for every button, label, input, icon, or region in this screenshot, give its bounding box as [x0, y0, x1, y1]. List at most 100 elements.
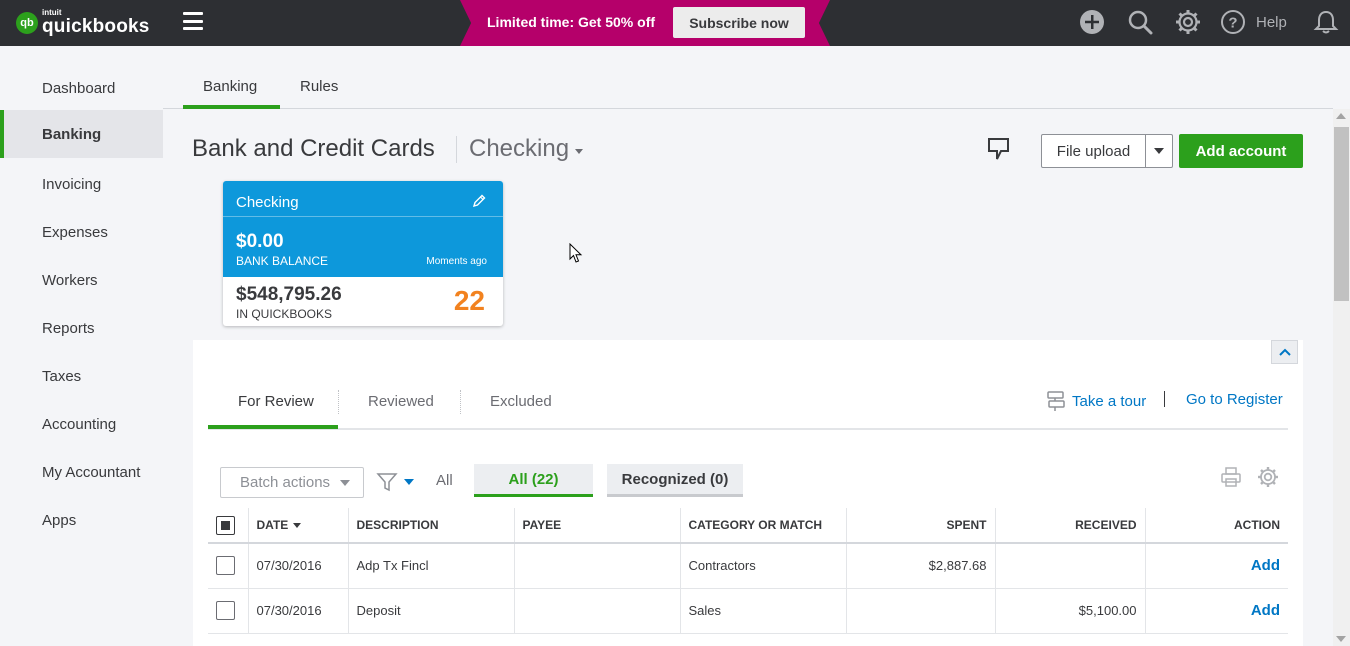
sidebar-item-reports[interactable]: Reports: [0, 304, 163, 352]
column-header-category[interactable]: CATEGORY OR MATCH: [680, 508, 847, 544]
chevron-down-icon: [404, 479, 414, 485]
signpost-icon: [1047, 391, 1065, 411]
chevron-up-icon: [1278, 348, 1291, 356]
add-transaction-button[interactable]: Add: [1251, 557, 1280, 574]
qb-logo-icon: qb: [16, 11, 38, 34]
help-label[interactable]: Help: [1256, 14, 1287, 31]
chevron-down-icon: [340, 479, 351, 486]
tab-banking[interactable]: Banking: [203, 78, 257, 95]
cell-received: [995, 543, 1146, 589]
print-icon[interactable]: [1220, 466, 1242, 488]
cell-description: Adp Tx Fincl: [348, 543, 515, 589]
sidebar-item-my-accountant[interactable]: My Accountant: [0, 448, 163, 496]
main-tabs: Banking Rules: [163, 46, 1333, 109]
add-transaction-button[interactable]: Add: [1251, 602, 1280, 619]
page-title: Bank and Credit Cards: [192, 135, 435, 162]
logo-quickbooks-text: quickbooks: [42, 16, 150, 37]
sidebar-item-taxes[interactable]: Taxes: [0, 352, 163, 400]
quickbooks-balance-label: IN QUICKBOOKS: [236, 307, 333, 321]
updated-timestamp: Moments ago: [426, 256, 487, 267]
account-card-header: Checking $0.00 BANK BALANCE Moments ago: [223, 181, 503, 277]
plus-icon[interactable]: [1078, 8, 1106, 36]
search-icon[interactable]: [1126, 8, 1154, 36]
title-divider: [456, 136, 457, 163]
column-header-received[interactable]: RECEIVED: [995, 508, 1146, 544]
filter-all-label: All: [436, 472, 453, 489]
scroll-down-arrow-icon[interactable]: [1336, 636, 1346, 642]
pill-all-transactions[interactable]: All (22): [474, 464, 593, 497]
column-header-date[interactable]: DATE: [248, 508, 349, 544]
cell-spent: [846, 588, 996, 634]
subscribe-now-button[interactable]: Subscribe now: [673, 7, 805, 38]
active-tab-indicator: [208, 425, 338, 429]
scrollbar-thumb[interactable]: [1334, 127, 1349, 301]
batch-actions-label: Batch actions: [240, 474, 331, 491]
bell-icon[interactable]: [1312, 8, 1340, 36]
account-dropdown-label: Checking: [469, 135, 570, 162]
sidebar-item-invoicing[interactable]: Invoicing: [0, 160, 163, 208]
table-row[interactable]: 07/30/2016 Deposit Sales $5,100.00 Add: [208, 588, 1288, 634]
filter-icon: [376, 473, 398, 492]
svg-text:?: ?: [1228, 15, 1237, 32]
account-card-name: Checking: [236, 194, 299, 211]
chevron-down-icon: [575, 148, 584, 154]
batch-actions-dropdown[interactable]: Batch actions: [220, 467, 364, 498]
sidebar-item-accounting[interactable]: Accounting: [0, 400, 163, 448]
file-upload-dropdown-button[interactable]: [1145, 134, 1173, 168]
tab-rules[interactable]: Rules: [300, 78, 338, 95]
cell-received: $5,100.00: [995, 588, 1146, 634]
tab-for-review[interactable]: For Review: [238, 393, 314, 410]
quickbooks-balance-value: $548,795.26: [236, 284, 342, 305]
pencil-icon[interactable]: [471, 193, 487, 209]
column-header-description[interactable]: DESCRIPTION: [348, 508, 515, 544]
cell-payee[interactable]: [514, 588, 681, 634]
row-checkbox[interactable]: [216, 556, 235, 576]
quickbooks-logo[interactable]: qb intuit quickbooks: [16, 9, 150, 36]
pill-recognized[interactable]: Recognized (0): [607, 464, 743, 497]
bank-balance-label: BANK BALANCE: [236, 254, 329, 268]
collapse-panel-button[interactable]: [1271, 340, 1298, 364]
select-all-checkbox[interactable]: [216, 515, 235, 535]
sidebar-item-expenses[interactable]: Expenses: [0, 208, 163, 256]
pending-transactions-count: 22: [453, 285, 485, 316]
mouse-cursor-icon: [569, 243, 583, 263]
gear-icon[interactable]: [1174, 8, 1202, 36]
sidebar-item-apps[interactable]: Apps: [0, 496, 163, 544]
cell-description: Deposit: [348, 588, 515, 634]
sidebar-item-workers[interactable]: Workers: [0, 256, 163, 304]
sort-down-icon: [293, 523, 302, 529]
transactions-table: DATE DESCRIPTION PAYEE CATEGORY OR MATCH…: [208, 508, 1288, 634]
help-icon[interactable]: ?: [1219, 8, 1247, 36]
row-checkbox[interactable]: [216, 601, 235, 620]
add-account-button[interactable]: Add account: [1179, 134, 1303, 168]
cell-date: 07/30/2016: [248, 588, 349, 634]
column-header-action: ACTION: [1145, 508, 1288, 544]
sidebar-item-dashboard[interactable]: Dashboard: [0, 64, 163, 112]
filter-dropdown[interactable]: [376, 470, 418, 494]
active-tab-indicator: [183, 105, 280, 109]
column-header-payee[interactable]: PAYEE: [514, 508, 681, 544]
sidebar-item-banking[interactable]: Banking: [0, 110, 163, 158]
cell-category[interactable]: Sales: [680, 588, 847, 634]
promo-text: Limited time: Get 50% off: [487, 14, 656, 30]
go-to-register-link[interactable]: Go to Register: [1186, 391, 1283, 408]
column-header-spent[interactable]: SPENT: [846, 508, 996, 544]
account-card[interactable]: Checking $0.00 BANK BALANCE Moments ago …: [223, 181, 503, 326]
sidebar: Dashboard Banking Invoicing Expenses Wor…: [0, 46, 163, 646]
megaphone-icon[interactable]: [983, 134, 1013, 162]
table-header-row: DATE DESCRIPTION PAYEE CATEGORY OR MATCH…: [208, 508, 1288, 544]
take-a-tour-link[interactable]: Take a tour: [1046, 390, 1146, 412]
cell-date: 07/30/2016: [248, 543, 349, 589]
scroll-up-arrow-icon[interactable]: [1336, 113, 1346, 119]
file-upload-button[interactable]: File upload: [1041, 134, 1146, 168]
cell-spent: $2,887.68: [846, 543, 996, 589]
chevron-down-icon: [1154, 148, 1164, 154]
table-settings-gear-icon[interactable]: [1257, 466, 1279, 488]
tab-excluded[interactable]: Excluded: [490, 393, 552, 410]
cell-payee[interactable]: [514, 543, 681, 589]
cell-category[interactable]: Contractors: [680, 543, 847, 589]
account-dropdown[interactable]: Checking: [469, 135, 584, 163]
hamburger-menu-icon[interactable]: [183, 12, 203, 30]
tab-reviewed[interactable]: Reviewed: [368, 393, 434, 410]
table-row[interactable]: 07/30/2016 Adp Tx Fincl Contractors $2,8…: [208, 543, 1288, 589]
